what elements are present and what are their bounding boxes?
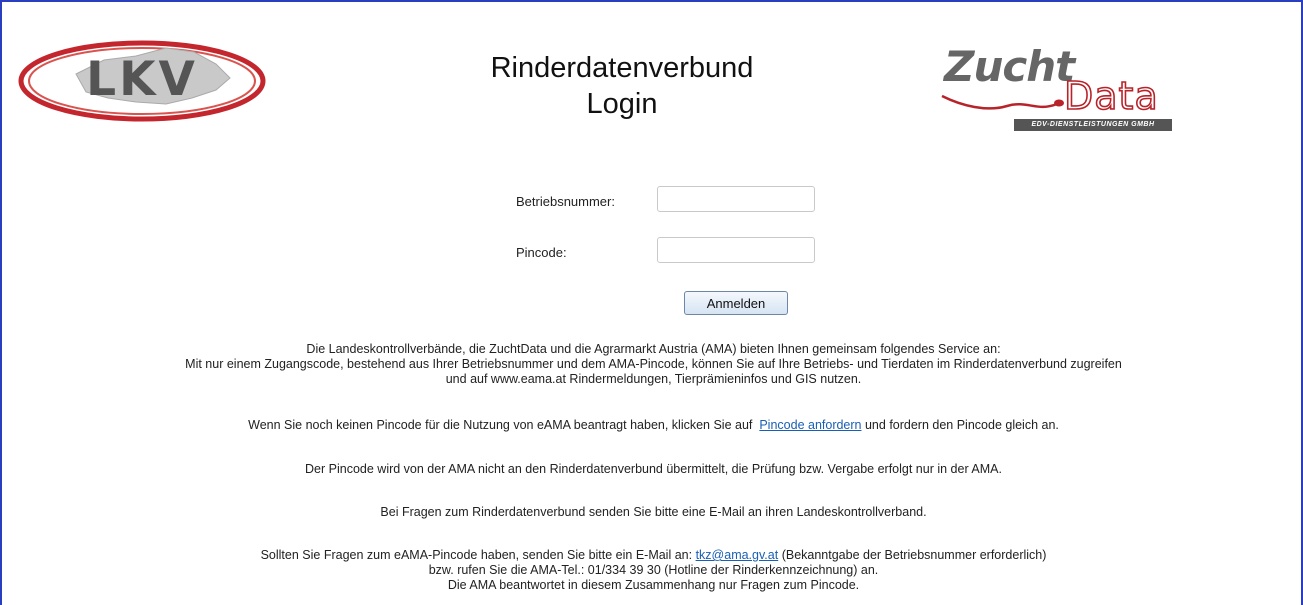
zuchtdata-logo-data: Data	[1063, 73, 1159, 119]
ama-email-link[interactable]: tkz@ama.gv.at	[696, 548, 779, 562]
page-frame: LKV Rinderdatenverbund Login Zucht Data …	[0, 0, 1303, 605]
page-title-line2: Login	[586, 88, 658, 120]
intro-text: Die Landeskontrollverbände, die ZuchtDat…	[2, 342, 1303, 387]
questions-pin-after: (Bekanntgabe der Betriebsnummer erforder…	[781, 548, 1047, 562]
questions-pin-line1: Sollten Sie Fragen zum eAMA-Pincode habe…	[2, 548, 1303, 563]
questions-pin-line3: Die AMA beantwortet in diesem Zusammenha…	[447, 578, 860, 592]
intro-line1: Die Landeskontrollverbände, die ZuchtDat…	[306, 342, 1001, 356]
intro-line2: Mit nur einem Zugangscode, bestehend aus…	[185, 357, 1122, 371]
pin-request-before: Wenn Sie noch keinen Pincode für die Nut…	[248, 418, 753, 432]
pin-request-text: Wenn Sie noch keinen Pincode für die Nut…	[2, 418, 1303, 433]
pincode-input[interactable]	[657, 237, 815, 263]
zuchtdata-logo-banner: EDV-DIENSTLEISTUNGEN GMBH	[1014, 119, 1172, 131]
page-title: Rinderdatenverbund Login	[382, 50, 862, 122]
anmelden-button[interactable]: Anmelden	[684, 291, 788, 315]
pincode-label: Pincode:	[516, 245, 567, 260]
betriebsnummer-input[interactable]	[657, 186, 815, 212]
lkv-logo-text: LKV	[86, 52, 198, 107]
pin-request-after: und fordern den Pincode gleich an.	[864, 418, 1059, 432]
betriebsnummer-label: Betriebsnummer:	[516, 194, 615, 209]
pincode-anfordern-link[interactable]: Pincode anfordern	[759, 418, 861, 432]
questions-pin-line2: bzw. rufen Sie die AMA-Tel.: 01/334 39 3…	[428, 563, 879, 577]
questions-pin-before: Sollten Sie Fragen zum eAMA-Pincode habe…	[260, 548, 693, 562]
zuchtdata-logo-zucht: Zucht	[944, 42, 1075, 91]
page-title-line1: Rinderdatenverbund	[490, 52, 754, 84]
intro-line3: und auf www.eama.at Rindermeldungen, Tie…	[445, 372, 862, 386]
questions-rdv-text: Bei Fragen zum Rinderdatenverbund senden…	[380, 505, 927, 519]
pin-transfer-text: Der Pincode wird von der AMA nicht an de…	[305, 462, 1002, 476]
questions-pin-text: Sollten Sie Fragen zum eAMA-Pincode habe…	[2, 548, 1303, 593]
